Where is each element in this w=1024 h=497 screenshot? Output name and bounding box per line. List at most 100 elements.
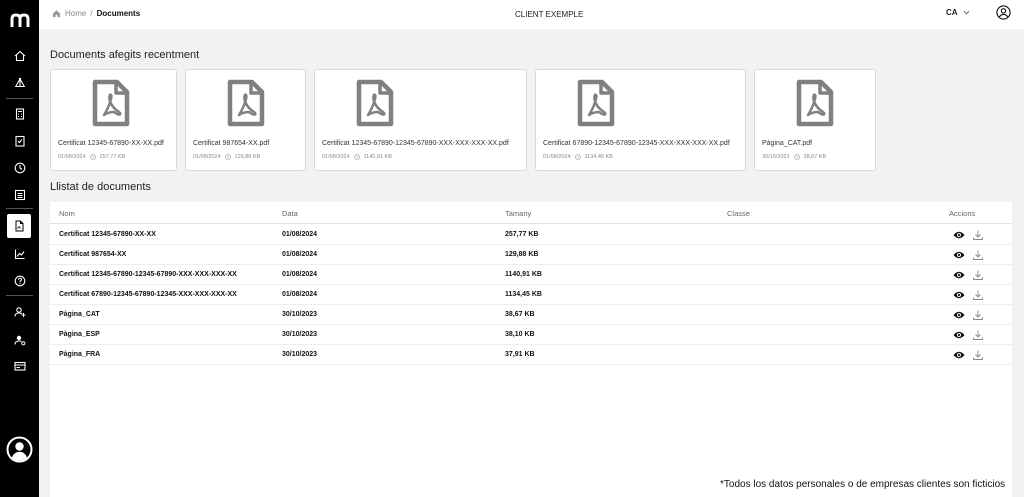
document-meta: 01/08/2024 129,88 KB xyxy=(193,154,260,160)
brand-logo-icon[interactable] xyxy=(10,13,30,27)
pdf-file-icon xyxy=(796,79,834,127)
row-size: 257,77 KB xyxy=(505,231,539,238)
recent-document-card[interactable]: Certificat 67890-12345-67890-12345-XXX-X… xyxy=(535,69,746,171)
table-row[interactable]: Pàgina_CAT 30/10/2023 38,67 KB xyxy=(50,305,1012,325)
document-date: 30/10/2023 xyxy=(762,154,790,160)
column-header-name[interactable]: Nom xyxy=(59,209,75,218)
document-date: 01/08/2024 xyxy=(322,154,350,160)
document-size: 1140,91 KB xyxy=(363,154,392,160)
recent-document-card[interactable]: Certificat 12345-67890-XX-XX.pdf 01/08/2… xyxy=(50,69,177,171)
download-icon[interactable] xyxy=(972,269,984,281)
eye-icon[interactable] xyxy=(953,290,965,300)
breadcrumb-current: Documents xyxy=(96,9,141,18)
home-icon[interactable] xyxy=(11,47,28,64)
chart-icon[interactable] xyxy=(11,245,28,262)
document-meta: 30/10/2023 38,67 KB xyxy=(762,154,826,160)
document-meta: 01/08/2024 1134,45 KB xyxy=(543,154,613,160)
pdf-file-icon xyxy=(227,79,265,127)
client-name: CLIENT EXEMPLE xyxy=(515,10,584,19)
clock-icon xyxy=(89,154,96,160)
row-date: 01/08/2024 xyxy=(282,291,318,298)
download-icon[interactable] xyxy=(972,249,984,261)
language-selector[interactable]: CA xyxy=(946,8,970,17)
language-label: CA xyxy=(946,8,958,17)
table-row[interactable]: Certificat 12345-67890-XX-XX 01/08/2024 … xyxy=(50,225,1012,245)
clock-icon xyxy=(224,154,231,160)
row-size: 1140,91 KB xyxy=(505,271,542,278)
row-date: 01/08/2024 xyxy=(282,251,318,258)
row-size: 37,91 KB xyxy=(505,351,535,358)
table-row[interactable]: Pàgina_ESP 30/10/2023 38,10 KB xyxy=(50,325,1012,345)
clock-icon xyxy=(793,154,800,160)
row-name: Pàgina_ESP xyxy=(59,331,100,338)
help-icon[interactable] xyxy=(11,272,28,289)
download-icon[interactable] xyxy=(972,229,984,241)
row-name: Certificat 12345-67890-XX-XX xyxy=(59,231,156,238)
clock-icon xyxy=(353,154,360,160)
download-icon[interactable] xyxy=(972,309,984,321)
clock-icon xyxy=(574,154,581,160)
clock-icon[interactable] xyxy=(11,159,28,176)
document-name: Certificat 12345-67890-XX-XX.pdf xyxy=(58,140,164,147)
row-size: 38,67 KB xyxy=(505,311,535,318)
eye-icon[interactable] xyxy=(953,230,965,240)
row-size: 129,88 KB xyxy=(505,251,539,258)
list-icon[interactable] xyxy=(11,186,28,203)
breadcrumb: Home / Documents xyxy=(52,9,140,18)
table-row[interactable]: Certificat 67890-12345-67890-12345-XXX-X… xyxy=(50,285,1012,305)
document-meta: 01/08/2024 1140,91 KB xyxy=(322,154,392,160)
row-name: Certificat 12345-67890-12345-67890-XXX-X… xyxy=(59,271,237,278)
checklist-icon[interactable] xyxy=(11,132,28,149)
row-size: 38,10 KB xyxy=(505,331,535,338)
user-settings-icon[interactable] xyxy=(11,331,28,348)
document-date: 01/08/2024 xyxy=(193,154,221,160)
document-name: Certificat 67890-12345-67890-12345-XXX-X… xyxy=(543,140,730,147)
row-name: Certificat 987654-XX xyxy=(59,251,127,258)
pdf-file-icon xyxy=(577,79,615,127)
eye-icon[interactable] xyxy=(953,350,965,360)
user-add-icon[interactable] xyxy=(11,303,28,320)
sidebar xyxy=(0,0,39,497)
sidebar-divider xyxy=(6,208,33,209)
avatar-icon[interactable] xyxy=(6,436,33,463)
recent-document-card[interactable]: Certificat 987654-XX.pdf 01/08/2024 129,… xyxy=(185,69,306,171)
documents-table: Nom Data Tamany Classe Accions Certifica… xyxy=(50,202,1012,497)
download-icon[interactable] xyxy=(972,329,984,341)
eye-icon[interactable] xyxy=(953,330,965,340)
chevron-down-icon xyxy=(963,10,969,15)
document-name: Pàgina_CAT.pdf xyxy=(762,140,813,147)
download-icon[interactable] xyxy=(972,349,984,361)
column-header-class[interactable]: Classe xyxy=(727,209,750,218)
row-size: 1134,45 KB xyxy=(505,291,542,298)
document-icon[interactable] xyxy=(7,214,31,238)
row-name: Pàgina_CAT xyxy=(59,311,100,318)
card-icon[interactable] xyxy=(11,357,28,374)
home-icon[interactable] xyxy=(52,9,61,18)
table-header: Nom Data Tamany Classe Accions xyxy=(50,202,1012,224)
download-icon[interactable] xyxy=(972,289,984,301)
eye-icon[interactable] xyxy=(953,270,965,280)
column-header-actions: Accions xyxy=(949,209,976,218)
column-header-date[interactable]: Data xyxy=(282,209,298,218)
user-icon[interactable] xyxy=(996,5,1011,20)
disclaimer-text: *Todos los datos personales o de empresa… xyxy=(720,479,1006,490)
document-name: Certificat 987654-XX.pdf xyxy=(193,140,270,147)
table-row[interactable]: Certificat 987654-XX 01/08/2024 129,88 K… xyxy=(50,245,1012,265)
recent-document-card[interactable]: Certificat 12345-67890-12345-67890-XXX-X… xyxy=(314,69,527,171)
recent-document-card[interactable]: Pàgina_CAT.pdf 30/10/2023 38,67 KB xyxy=(754,69,876,171)
eye-icon[interactable] xyxy=(953,310,965,320)
network-icon[interactable] xyxy=(11,74,28,91)
document-meta: 01/08/2024 257,77 KB xyxy=(58,154,125,160)
table-row[interactable]: Pàgina_FRA 30/10/2023 37,91 KB xyxy=(50,345,1012,365)
document-size: 38,67 KB xyxy=(803,154,827,160)
row-name: Pàgina_FRA xyxy=(59,351,101,358)
row-date: 30/10/2023 xyxy=(282,311,318,318)
document-size: 129,88 KB xyxy=(234,154,261,160)
calculator-icon[interactable] xyxy=(11,105,28,122)
breadcrumb-home-link[interactable]: Home xyxy=(65,9,86,18)
pdf-file-icon xyxy=(92,79,130,127)
eye-icon[interactable] xyxy=(953,250,965,260)
table-row[interactable]: Certificat 12345-67890-12345-67890-XXX-X… xyxy=(50,265,1012,285)
document-list-title: Llistat de documents xyxy=(50,181,151,193)
column-header-size[interactable]: Tamany xyxy=(505,209,531,218)
